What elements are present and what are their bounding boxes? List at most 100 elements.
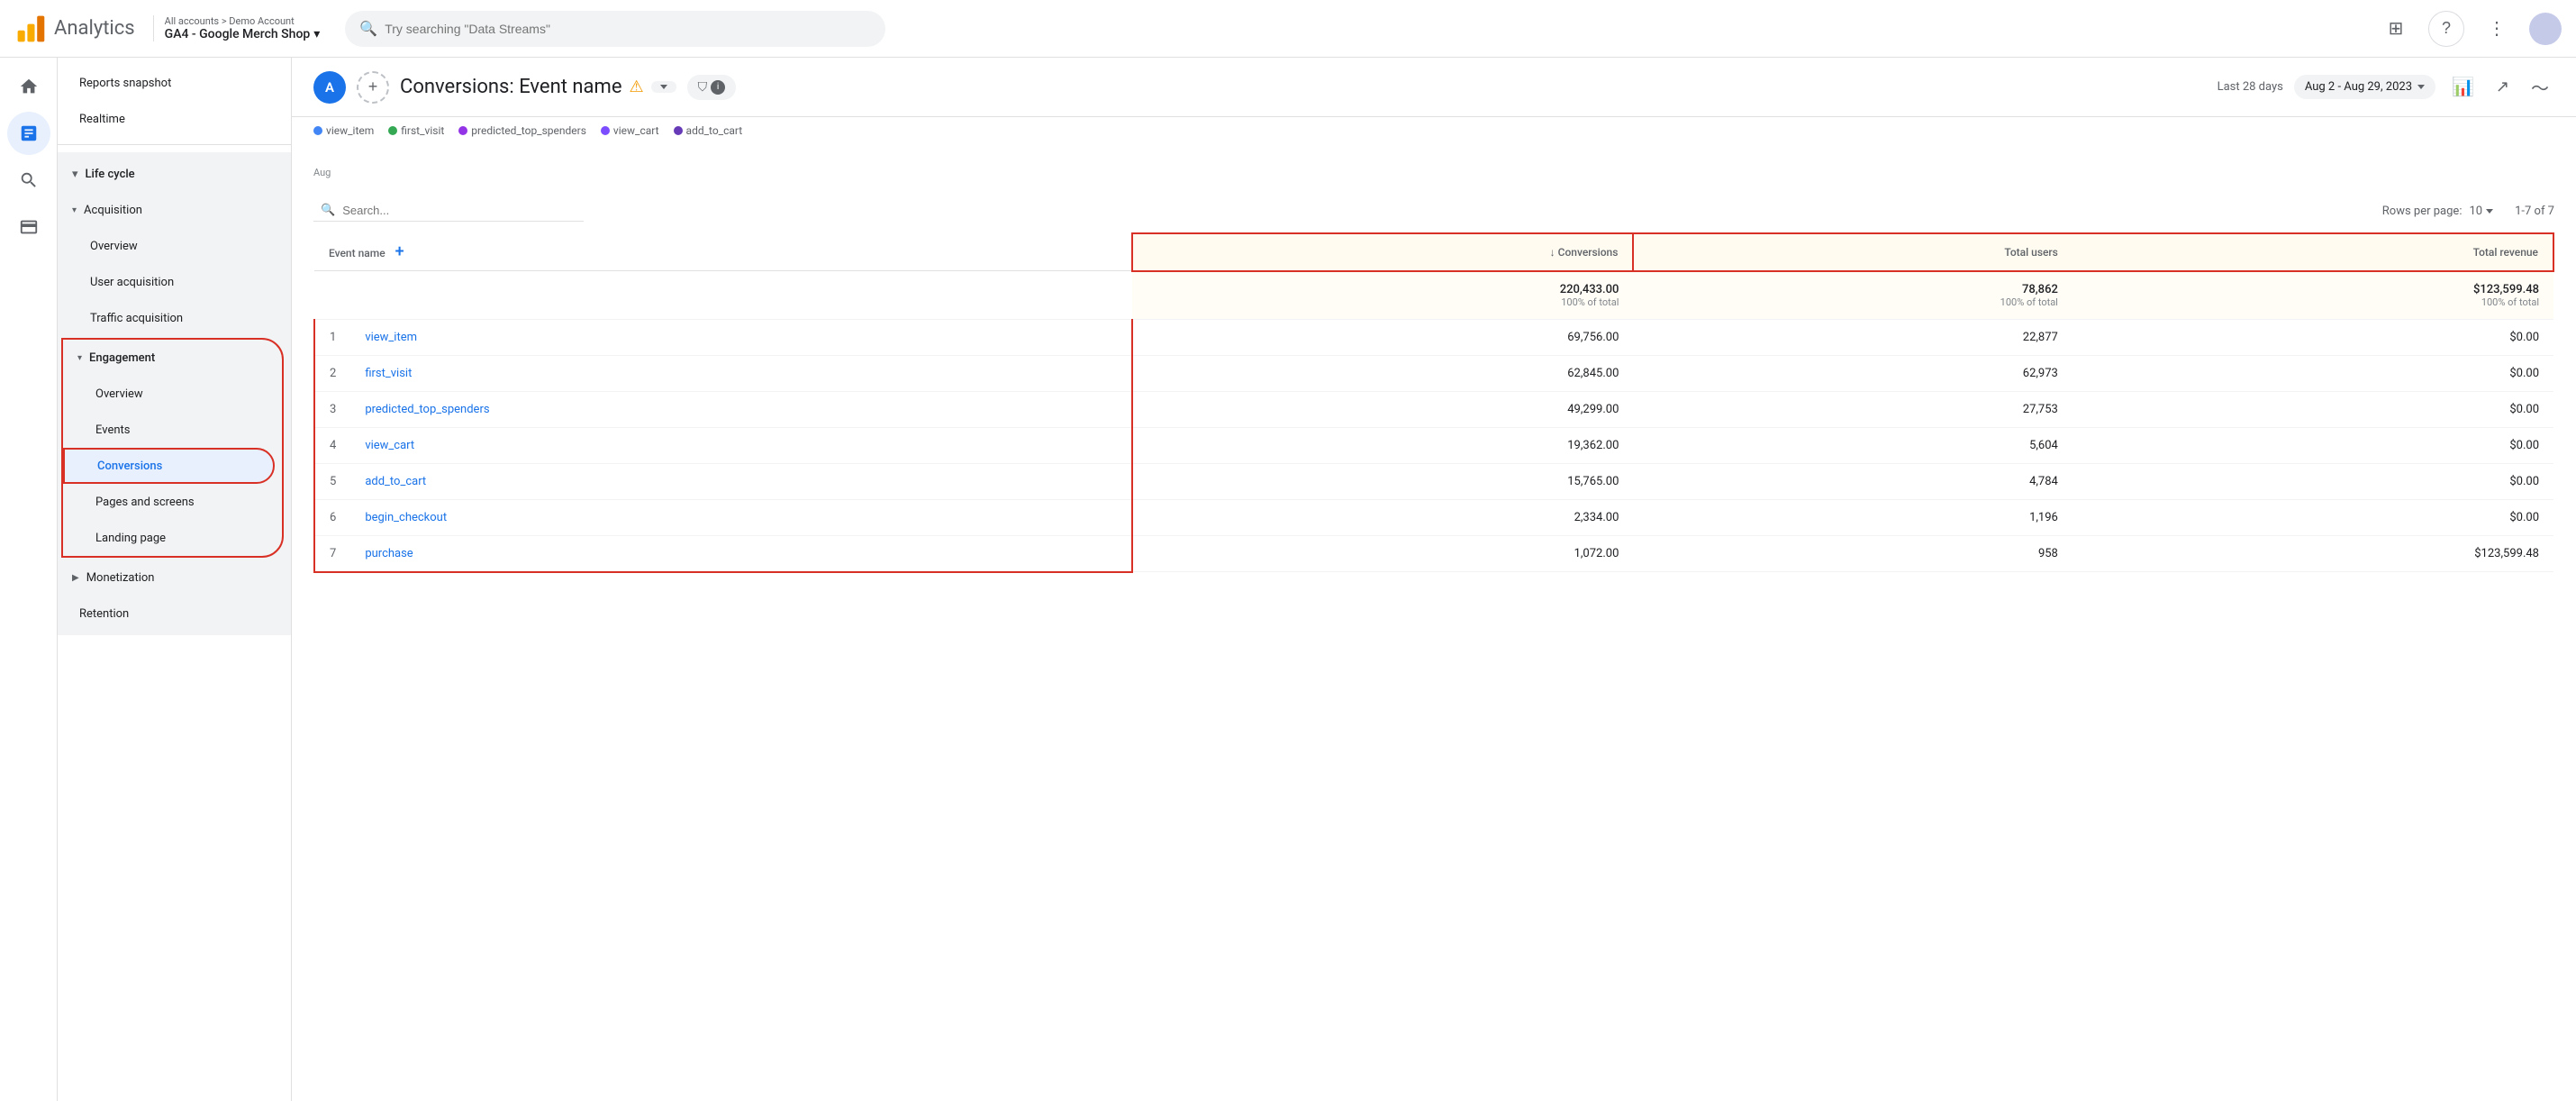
row-total-revenue-7: $123,599.48 [2073,535,2553,572]
filter-info-icon: i [711,80,725,95]
th-conversions[interactable]: ↓ Conversions [1132,233,1633,271]
row-event-name-5: add_to_cart [350,463,1132,499]
report-header-right: Last 28 days Aug 2 - Aug 29, 2023 📊 ↗ 〜 [2218,68,2554,105]
row-event-name-6: begin_checkout [350,499,1132,535]
legend-item-view-cart: view_cart [601,124,659,137]
row-event-name-1: view_item [350,319,1132,355]
lifecycle-header[interactable]: ▾ Life cycle [58,156,291,192]
report-title: Conversions: Event name ⚠ [400,76,676,98]
th-total-revenue[interactable]: Total revenue [2073,233,2553,271]
nav-item-pages-screens[interactable]: Pages and screens [63,484,275,520]
rows-per-page-select[interactable]: 10 [2469,205,2493,218]
user-avatar[interactable] [2529,13,2562,45]
nav-item-conversions[interactable]: Conversions [63,448,275,484]
legend-dot-predicted-top-spenders [458,126,467,135]
legend-dot-first-visit [388,126,397,135]
row-total-users-2: 62,973 [1633,355,2072,391]
global-search-input[interactable] [385,22,871,36]
table-search[interactable]: 🔍 [313,200,584,222]
data-table: Event name + ↓ Conversions Total users T… [313,232,2554,573]
title-chevron-icon [660,85,667,89]
add-metric-button[interactable]: + [388,242,412,261]
row-rank-2: 2 [314,355,350,391]
filter-button[interactable]: ⛉ i [687,75,737,100]
event-name-link-4[interactable]: view_cart [365,439,414,452]
engagement-header[interactable]: ▾ Engagement [63,340,282,376]
totals-conversions: 220,433.00 100% of total [1132,271,1633,320]
event-name-link-2[interactable]: first_visit [365,367,412,380]
legend-dot-view-cart [601,126,610,135]
more-options-button[interactable]: ⋮ [2479,11,2515,47]
nav-item-engagement-overview[interactable]: Overview [63,376,275,412]
table-row: 3 predicted_top_spenders 49,299.00 27,75… [314,391,2553,427]
trending-button[interactable]: 〜 [2526,68,2554,105]
row-rank-6: 6 [314,499,350,535]
row-total-users-3: 27,753 [1633,391,2072,427]
table-row: 6 begin_checkout 2,334.00 1,196 $0.00 [314,499,2553,535]
chart-legend: view_item first_visit predicted_top_spen… [292,117,2576,144]
date-range: Last 28 days [2218,80,2283,94]
sidebar-reports-button[interactable] [7,112,50,155]
row-rank-1: 1 [314,319,350,355]
table-search-input[interactable] [342,204,522,217]
row-rank-3: 3 [314,391,350,427]
nav-item-reports-snapshot[interactable]: Reports snapshot [58,65,284,101]
event-name-link-3[interactable]: predicted_top_spenders [365,403,489,416]
chart-aug-label: Aug [313,167,331,178]
account-breadcrumb: All accounts > Demo Account [165,15,321,27]
row-total-revenue-2: $0.00 [2073,355,2553,391]
icon-sidebar [0,58,58,1101]
row-conversions-4: 19,362.00 [1132,427,1633,463]
pagination-info: 1-7 of 7 [2515,205,2554,218]
row-total-revenue-1: $0.00 [2073,319,2553,355]
th-total-users[interactable]: Total users [1633,233,2072,271]
row-conversions-3: 49,299.00 [1132,391,1633,427]
totals-event-name-cell [314,271,1132,320]
event-name-link-5[interactable]: add_to_cart [365,475,426,488]
legend-item-view-item: view_item [313,124,374,137]
search-icon: 🔍 [359,20,377,37]
rows-per-page: Rows per page: 10 1-7 of 7 [2382,205,2554,218]
row-event-name-4: view_cart [350,427,1132,463]
acquisition-header[interactable]: ▾ Acquisition [58,192,291,228]
share-button[interactable]: ↗ [2490,72,2515,102]
sidebar-explore-button[interactable] [7,159,50,202]
event-name-link-6[interactable]: begin_checkout [365,511,447,524]
legend-item-first-visit: first_visit [388,124,444,137]
row-total-revenue-3: $0.00 [2073,391,2553,427]
retention-header[interactable]: Retention [58,596,291,632]
row-total-users-1: 22,877 [1633,319,2072,355]
help-button[interactable]: ? [2428,11,2464,47]
row-total-users-7: 958 [1633,535,2072,572]
nav-item-user-acquisition[interactable]: User acquisition [58,264,284,300]
event-name-link-1[interactable]: view_item [365,331,417,344]
nav-item-acquisition-overview[interactable]: Overview [58,228,284,264]
row-event-name-2: first_visit [350,355,1132,391]
global-search-bar[interactable]: 🔍 [345,11,885,47]
nav-item-realtime[interactable]: Realtime [58,101,284,137]
event-name-link-7[interactable]: purchase [365,547,413,560]
title-dropdown[interactable] [651,81,676,93]
add-comparison-button[interactable]: + [357,71,389,104]
row-conversions-7: 1,072.00 [1132,535,1633,572]
row-total-revenue-6: $0.00 [2073,499,2553,535]
sidebar-home-button[interactable] [7,65,50,108]
nav-item-landing-page[interactable]: Landing page [63,520,275,556]
row-rank-5: 5 [314,463,350,499]
nav-item-traffic-acquisition[interactable]: Traffic acquisition [58,300,284,336]
analytics-logo-icon [14,13,47,45]
sidebar-advertising-button[interactable] [7,205,50,249]
date-range-button[interactable]: Aug 2 - Aug 29, 2023 [2294,75,2435,99]
monetization-header[interactable]: ▶ Monetization [58,560,291,596]
apps-grid-button[interactable]: ⊞ [2378,11,2414,47]
account-name[interactable]: GA4 - Google Merch Shop ▾ [165,27,321,41]
filter-icon: ⛉ [698,80,708,95]
export-chart-button[interactable]: 📊 [2446,70,2480,104]
nav-item-events[interactable]: Events [63,412,275,448]
table-totals-row: 220,433.00 100% of total 78,862 100% of … [314,271,2553,320]
rows-per-page-chevron-icon [2486,209,2493,214]
table-row: 4 view_cart 19,362.00 5,604 $0.00 [314,427,2553,463]
row-conversions-5: 15,765.00 [1132,463,1633,499]
top-nav: Analytics All accounts > Demo Account GA… [0,0,2576,58]
legend-item-add-to-cart: add_to_cart [674,124,743,137]
